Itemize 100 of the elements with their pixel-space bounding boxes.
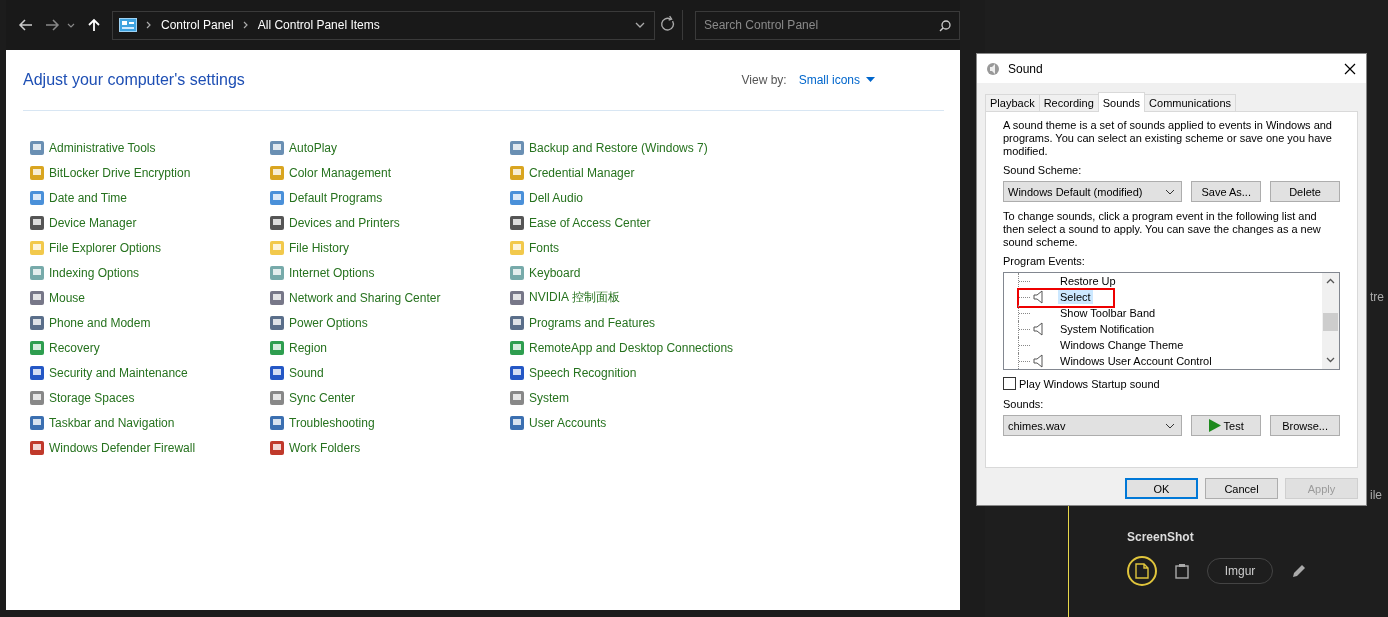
control-panel-link[interactable]: File History bbox=[289, 240, 349, 255]
search-field[interactable]: Search Control Panel bbox=[695, 10, 960, 40]
tile-icon[interactable] bbox=[269, 214, 285, 231]
list-item[interactable]: Show Toolbar Band bbox=[1058, 306, 1158, 320]
tile-icon[interactable] bbox=[29, 264, 45, 281]
control-panel-link[interactable]: Network and Sharing Center bbox=[289, 290, 441, 305]
list-item[interactable]: Restore Up bbox=[1058, 274, 1118, 288]
tile-icon[interactable] bbox=[29, 339, 45, 356]
address-bar[interactable]: Control Panel All Control Panel Items bbox=[112, 10, 655, 40]
tile-icon[interactable] bbox=[269, 239, 285, 256]
tile-icon[interactable] bbox=[509, 389, 525, 406]
list-item[interactable]: Select bbox=[1058, 290, 1093, 304]
clipboard-icon[interactable] bbox=[1175, 563, 1189, 579]
control-panel-link[interactable]: Speech Recognition bbox=[529, 365, 637, 380]
up-arrow-icon[interactable] bbox=[86, 17, 102, 33]
tab[interactable]: Communications bbox=[1144, 94, 1236, 111]
tile-icon[interactable] bbox=[29, 164, 45, 181]
tile-icon[interactable] bbox=[269, 439, 285, 456]
control-panel-link[interactable]: Indexing Options bbox=[49, 265, 140, 280]
tile-icon[interactable] bbox=[269, 364, 285, 381]
control-panel-link[interactable]: Credential Manager bbox=[529, 165, 635, 180]
list-item[interactable]: Windows User Account Control bbox=[1058, 354, 1214, 368]
tile-icon[interactable] bbox=[29, 214, 45, 231]
control-panel-link[interactable]: System bbox=[529, 390, 569, 405]
tab[interactable]: Recording bbox=[1038, 94, 1099, 111]
tile-icon[interactable] bbox=[269, 289, 285, 306]
tile-icon[interactable] bbox=[29, 314, 45, 331]
tile-icon[interactable] bbox=[29, 364, 45, 381]
list-item[interactable]: System Notification bbox=[1058, 322, 1157, 336]
tile-icon[interactable] bbox=[269, 264, 285, 281]
control-panel-link[interactable]: Storage Spaces bbox=[49, 390, 135, 405]
back-icon[interactable] bbox=[18, 17, 34, 33]
control-panel-link[interactable]: Devices and Printers bbox=[289, 215, 400, 230]
scrollbar[interactable] bbox=[1322, 273, 1339, 369]
control-panel-link[interactable]: File Explorer Options bbox=[49, 240, 162, 255]
control-panel-link[interactable]: RemoteApp and Desktop Connections bbox=[529, 340, 734, 355]
tile-icon[interactable] bbox=[29, 439, 45, 456]
view-by-dropdown[interactable]: Small icons bbox=[798, 73, 860, 87]
control-panel-link[interactable]: Color Management bbox=[289, 165, 392, 180]
button[interactable]: Test bbox=[1191, 415, 1262, 436]
file-button[interactable] bbox=[1127, 556, 1157, 586]
tile-icon[interactable] bbox=[269, 164, 285, 181]
tile-icon[interactable] bbox=[29, 414, 45, 431]
control-panel-link[interactable]: Recovery bbox=[49, 340, 100, 355]
checkbox[interactable] bbox=[1003, 377, 1016, 390]
control-panel-link[interactable]: Keyboard bbox=[529, 265, 581, 280]
control-panel-link[interactable]: Backup and Restore (Windows 7) bbox=[529, 140, 708, 155]
dropdown[interactable]: Windows Default (modified) bbox=[1003, 181, 1183, 202]
tile-icon[interactable] bbox=[509, 264, 525, 281]
control-panel-link[interactable]: Security and Maintenance bbox=[49, 365, 188, 380]
tile-icon[interactable] bbox=[269, 339, 285, 356]
control-panel-link[interactable]: NVIDIA 控制面板 bbox=[529, 289, 620, 306]
tile-icon[interactable] bbox=[509, 364, 525, 381]
control-panel-link[interactable]: Sync Center bbox=[289, 390, 356, 405]
control-panel-link[interactable]: Device Manager bbox=[49, 215, 137, 230]
tile-icon[interactable] bbox=[509, 414, 525, 431]
close-icon[interactable] bbox=[1343, 61, 1357, 76]
tile-icon[interactable] bbox=[269, 314, 285, 331]
tile-icon[interactable] bbox=[509, 139, 525, 156]
control-panel-link[interactable]: Mouse bbox=[49, 290, 86, 305]
control-panel-link[interactable]: Windows Defender Firewall bbox=[49, 440, 196, 455]
control-panel-link[interactable]: Administrative Tools bbox=[49, 140, 156, 155]
tile-icon[interactable] bbox=[29, 139, 45, 156]
event-list[interactable]: Restore Up Select Show Toolbar Band System Notification Windows Change Theme Windows User Account Control bbox=[1003, 272, 1340, 370]
control-panel-link[interactable]: AutoPlay bbox=[289, 140, 338, 155]
caret-icon[interactable] bbox=[866, 77, 875, 83]
control-panel-link[interactable]: Power Options bbox=[289, 315, 368, 330]
tile-icon[interactable] bbox=[29, 239, 45, 256]
button[interactable]: OK bbox=[1125, 478, 1198, 499]
tile-icon[interactable] bbox=[509, 239, 525, 256]
button[interactable]: Save As... bbox=[1191, 181, 1262, 202]
control-panel-link[interactable]: Fonts bbox=[529, 240, 559, 255]
control-panel-link[interactable]: Phone and Modem bbox=[49, 315, 151, 330]
search-icon[interactable] bbox=[938, 18, 952, 33]
button[interactable]: Cancel bbox=[1205, 478, 1278, 499]
breadcrumb-item[interactable]: Control Panel bbox=[161, 18, 234, 32]
button[interactable]: Browse... bbox=[1270, 415, 1340, 436]
control-panel-link[interactable]: Region bbox=[289, 340, 328, 355]
pencil-icon[interactable] bbox=[1291, 563, 1307, 579]
tile-icon[interactable] bbox=[509, 314, 525, 331]
control-panel-link[interactable]: Troubleshooting bbox=[289, 415, 375, 430]
tile-icon[interactable] bbox=[509, 189, 525, 206]
control-panel-link[interactable]: Work Folders bbox=[289, 440, 361, 455]
tile-icon[interactable] bbox=[269, 139, 285, 156]
control-panel-link[interactable]: Date and Time bbox=[49, 190, 128, 205]
control-panel-link[interactable]: Sound bbox=[289, 365, 324, 380]
control-panel-link[interactable]: User Accounts bbox=[529, 415, 607, 430]
control-panel-link[interactable]: Taskbar and Navigation bbox=[49, 415, 175, 430]
tile-icon[interactable] bbox=[509, 339, 525, 356]
control-panel-link[interactable]: Default Programs bbox=[289, 190, 383, 205]
tab[interactable]: Sounds bbox=[1097, 92, 1146, 112]
control-panel-link[interactable]: Programs and Features bbox=[529, 315, 656, 330]
control-panel-link[interactable]: BitLocker Drive Encryption bbox=[49, 165, 191, 180]
dropdown[interactable]: chimes.wav bbox=[1003, 415, 1183, 436]
forward-icon[interactable] bbox=[44, 17, 60, 33]
breadcrumb-item[interactable]: All Control Panel Items bbox=[257, 18, 380, 32]
button[interactable]: Delete bbox=[1270, 181, 1340, 202]
tile-icon[interactable] bbox=[269, 189, 285, 206]
list-item[interactable]: Windows Change Theme bbox=[1058, 338, 1186, 352]
tile-icon[interactable] bbox=[29, 389, 45, 406]
